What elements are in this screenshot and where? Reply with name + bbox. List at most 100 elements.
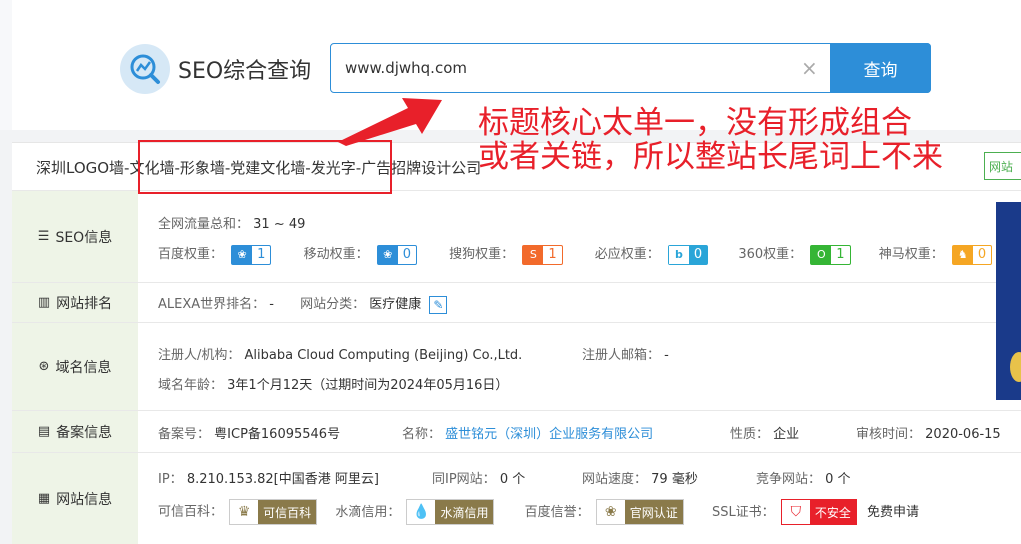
weights-line: 百度权重： ❀ 1 移动权重： ❀ 0 搜狗权重： S 1 必应权重： b 0 …: [158, 243, 993, 265]
weight-label: 百度权重：: [158, 247, 224, 262]
category-label: 网站分类：: [300, 297, 366, 312]
bing-icon: b: [668, 245, 689, 264]
shenma-icon: ♞: [952, 245, 973, 264]
kexin-icon: ♛: [237, 504, 251, 520]
icp-label-text: 备案信息: [56, 424, 113, 441]
shenma-weight-badge[interactable]: ♞ 0: [951, 244, 993, 265]
compete-value: 0 个: [825, 472, 851, 487]
baidu-weight-badge[interactable]: ❀ 1: [231, 244, 272, 265]
site-label: ▦ 网站信息: [12, 453, 138, 544]
weight-label: 360权重：: [738, 247, 803, 262]
ssl-icon: ⛉: [790, 504, 802, 520]
icp-row: ▤ 备案信息 备案号： 粤ICP备16095546号 名称： 盛世铭元（深圳）企…: [12, 410, 1021, 452]
annotation-text: 标题核心太单一，没有形成组合 或者关链，所以整站长尾词上不来: [478, 106, 943, 174]
icp-date-value: 2020-06-15: [925, 427, 1001, 442]
ssl-label: SSL证书：: [711, 504, 775, 520]
compete-label: 竞争网站：: [756, 472, 822, 487]
email-value: -: [664, 348, 669, 363]
clear-icon[interactable]: ×: [801, 56, 818, 80]
icp-name-line: 名称： 盛世铭元（深圳）企业服务有限公司: [402, 423, 653, 442]
360-weight-badge[interactable]: O 1: [810, 244, 851, 265]
site-tag[interactable]: 网站: [984, 152, 1021, 180]
paw-icon: ❀: [604, 504, 617, 520]
document-icon: ☰: [37, 229, 50, 244]
icp-no-label: 备案号：: [158, 427, 211, 442]
kexin-label: 可信百科：: [158, 504, 224, 520]
paw-icon: ❀: [232, 245, 253, 264]
icp-name-label: 名称：: [402, 427, 442, 442]
weight-value: 0: [977, 247, 987, 262]
ssl-free-link[interactable]: 免费申请: [867, 505, 919, 520]
traffic-value: 31 ~ 49: [253, 217, 306, 232]
seo-label: ☰ SEO信息: [12, 191, 138, 282]
annotation-arrow-icon: [338, 98, 442, 146]
bar-chart-icon: ▥: [37, 295, 51, 310]
rank-label-text: 网站排名: [56, 295, 113, 312]
email-line: 注册人邮箱： -: [582, 344, 669, 363]
mobile-weight-badge[interactable]: ❀ 0: [376, 244, 418, 265]
baidu-credit-badge[interactable]: ❀ 官网认证: [595, 499, 684, 525]
rank-row: ▥ 网站排名 ALEXA世界排名： - 网站分类： 医疗健康 ✎: [12, 282, 1021, 322]
seo-logo-icon: [120, 44, 170, 94]
icp-name-link[interactable]: 盛世铭元（深圳）企业服务有限公司: [445, 427, 653, 442]
alexa-label: ALEXA世界排名：: [158, 297, 266, 312]
ip-line: IP： 8.210.153.82[中国香港 阿里云]: [158, 468, 379, 487]
info-table: ☰ SEO信息 全网流量总和： 31 ~ 49 百度权重： ❀ 1 移动权重： …: [12, 190, 1021, 544]
search-button[interactable]: 查询: [830, 43, 931, 93]
logo-text: SEO综合查询: [178, 59, 312, 84]
icp-nature-line: 性质： 企业: [730, 423, 799, 442]
site-label-text: 网站信息: [56, 491, 113, 508]
kexin-tag: 可信百科: [258, 500, 317, 524]
weight-label: 搜狗权重：: [449, 247, 515, 262]
alexa-value: -: [269, 297, 274, 312]
kexin-badge[interactable]: ♛ 可信百科: [229, 499, 318, 525]
age-value: 3年1个月12天（过期时间为2024年05月16日）: [227, 378, 509, 393]
shuidi-badge[interactable]: 💧 水滴信用: [406, 499, 495, 525]
weight-label: 移动权重：: [303, 247, 369, 262]
icp-label: ▤ 备案信息: [12, 411, 138, 452]
360-icon: O: [811, 245, 832, 264]
domain-label: ⊛ 域名信息: [12, 323, 138, 410]
baidu-credit-label: 百度信誉：: [524, 504, 590, 520]
baidu-credit-tag: 官网认证: [624, 500, 683, 524]
ssl-badge[interactable]: ⛉ 不安全: [780, 499, 857, 525]
weight-value: 1: [548, 247, 557, 262]
speed-label: 网站速度：: [582, 472, 648, 487]
sameip-line: 同IP网站： 0 个: [432, 468, 525, 487]
banner-decoration: [1010, 352, 1021, 382]
shuidi-label: 水滴信用：: [335, 504, 401, 520]
bing-weight-badge[interactable]: b 0: [667, 244, 709, 265]
registrant-line: 注册人/机构： Alibaba Cloud Computing (Beijing…: [158, 344, 522, 363]
credit-line: 可信百科： ♛ 可信百科 水滴信用： 💧 水滴信用 百度信誉： ❀ 官网认证 S…: [158, 499, 919, 525]
traffic-label: 全网流量总和：: [158, 217, 250, 232]
traffic-line: 全网流量总和： 31 ~ 49: [158, 213, 305, 232]
age-line: 域名年龄： 3年1个月12天（过期时间为2024年05月16日）: [158, 374, 508, 393]
sogou-icon: S: [523, 245, 544, 264]
ip-value: 8.210.153.82[中国香港 阿里云]: [186, 472, 379, 487]
search-input[interactable]: [345, 56, 785, 80]
icp-nature-value: 企业: [773, 427, 800, 442]
ssl-tag: 不安全: [809, 500, 856, 524]
speed-value: 79 毫秒: [651, 472, 698, 487]
registrant-label: 注册人/机构：: [158, 348, 241, 363]
sameip-value: 0 个: [499, 472, 526, 487]
icp-date-line: 审核时间： 2020-06-15: [856, 423, 1001, 442]
rank-line: ALEXA世界排名： - 网站分类： 医疗健康 ✎: [158, 293, 448, 314]
icp-nature-label: 性质：: [730, 427, 770, 442]
side-banner[interactable]: [996, 202, 1021, 400]
speed-line: 网站速度： 79 毫秒: [582, 468, 698, 487]
rank-label: ▥ 网站排名: [12, 283, 138, 322]
icp-no-value: 粤ICP备16095546号: [214, 427, 341, 442]
logo[interactable]: SEO综合查询: [120, 44, 311, 94]
record-icon: ▤: [37, 424, 51, 439]
weight-value: 0: [688, 245, 708, 264]
sogou-weight-badge[interactable]: S 1: [522, 244, 563, 265]
annotation-highlight-box: [138, 140, 392, 194]
weight-label: 必应权重：: [594, 247, 660, 262]
icp-no-line: 备案号： 粤ICP备16095546号: [158, 423, 340, 442]
weight-value: 0: [402, 247, 412, 262]
edit-icon[interactable]: ✎: [429, 295, 448, 314]
icp-date-label: 审核时间：: [856, 427, 922, 442]
weight-value: 1: [836, 247, 845, 262]
domain-row: ⊛ 域名信息 注册人/机构： Alibaba Cloud Computing (…: [12, 322, 1021, 410]
